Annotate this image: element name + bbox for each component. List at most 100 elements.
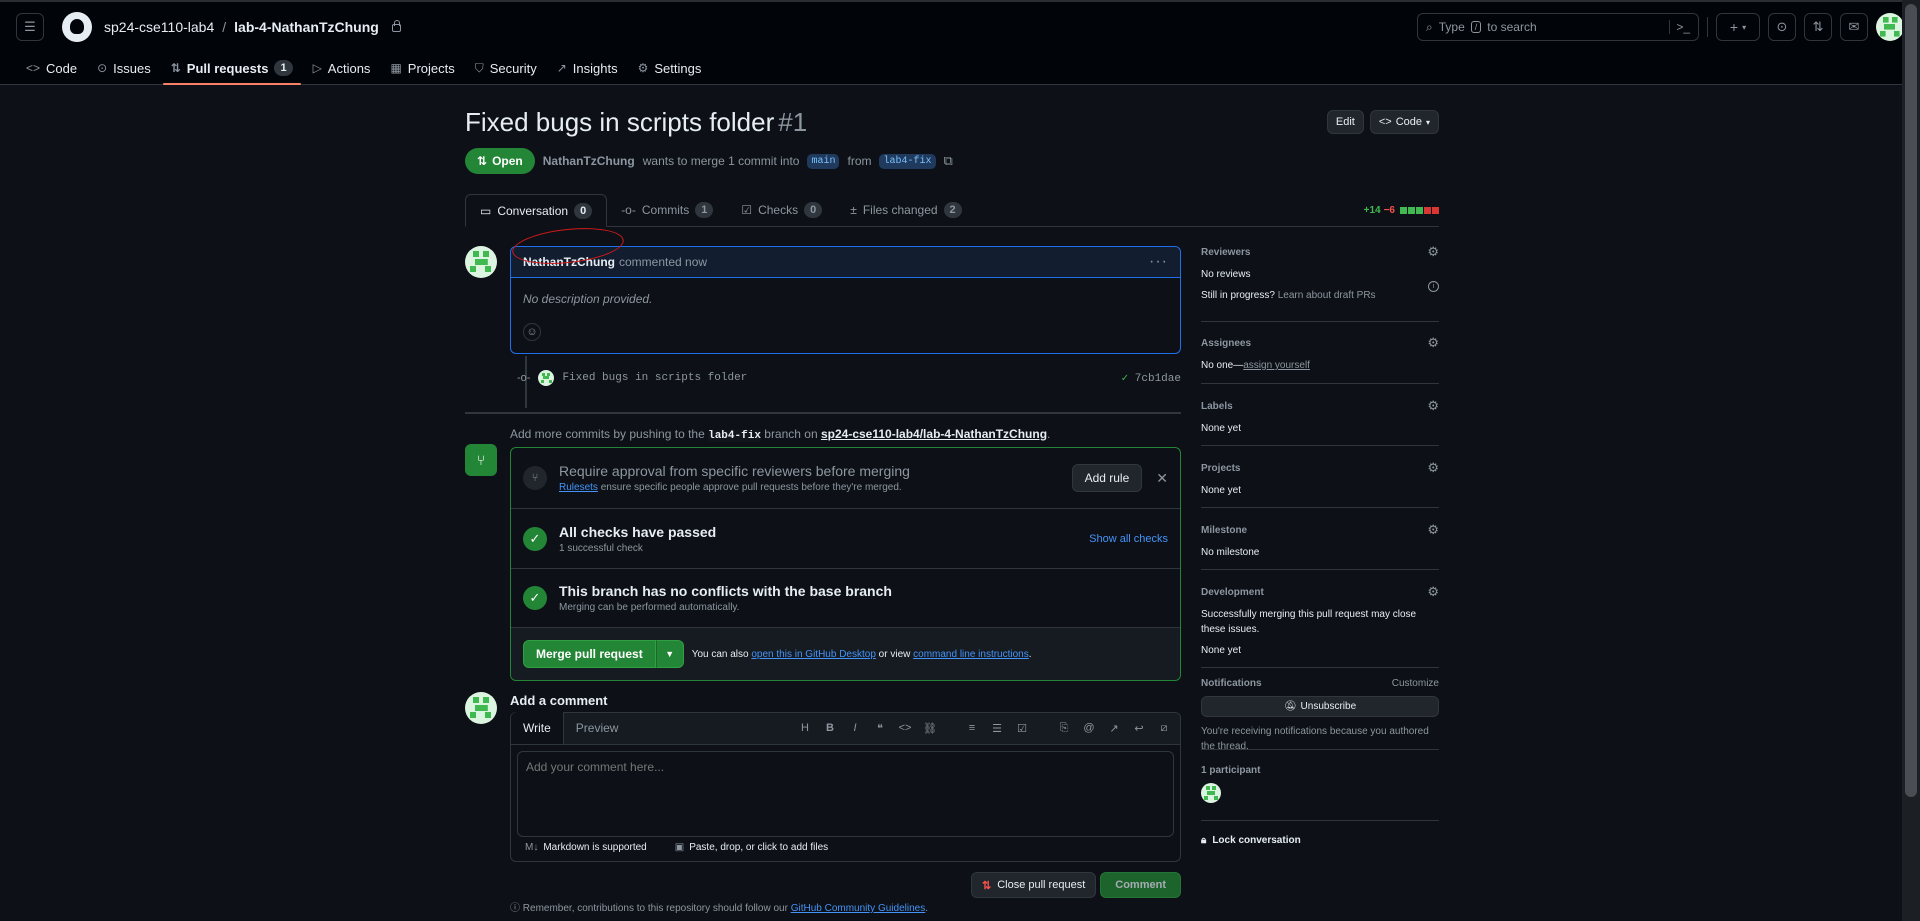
merge-options-dropdown[interactable]: ▼ <box>655 640 684 668</box>
unsubscribe-button[interactable]: 🔕︎ Unsubscribe <box>1201 696 1439 717</box>
commit-author-avatar[interactable] <box>538 370 555 386</box>
merge-pull-request-button[interactable]: Merge pull request <box>523 640 656 668</box>
tab-checks[interactable]: ☑ Checks 0 <box>727 193 836 226</box>
breadcrumb-repo[interactable]: lab-4-NathanTzChung <box>234 19 379 35</box>
nav-settings[interactable]: ⚙ Settings <box>628 52 712 84</box>
tab-preview[interactable]: Preview <box>564 712 631 744</box>
task-list-icon[interactable]: ☑ <box>1015 722 1029 735</box>
commit-sha[interactable]: ✓ 7cb1dae <box>1122 371 1181 385</box>
create-new-button[interactable]: + ▾ <box>1716 13 1760 41</box>
repo-nav: <> Code ⊙ Issues ⇅ Pull requests 1 ▷ Actions … <box>0 52 1920 85</box>
pr-number: #1 <box>778 107 808 137</box>
numbered-list-icon[interactable]: ≡ <box>965 722 979 734</box>
nav-issues[interactable]: ⊙ Issues <box>87 52 161 84</box>
show-all-checks-link[interactable]: Show all checks <box>1089 533 1168 545</box>
timeline-commit: -o- Fixed bugs in scripts folder ✓ 7cb1d… <box>517 368 1181 388</box>
pr-author-link[interactable]: NathanTzChung <box>543 154 635 168</box>
edit-button[interactable]: Edit <box>1326 110 1364 134</box>
nav-insights[interactable]: ↗ Insights <box>547 52 628 84</box>
milestone-label: Milestone <box>1201 524 1248 536</box>
diffstat-block <box>1416 207 1423 214</box>
bold-icon[interactable]: B <box>823 722 837 734</box>
command-palette-icon[interactable]: >_ <box>1669 20 1690 34</box>
customize-link[interactable]: Customize <box>1392 678 1439 689</box>
push-note: Add more commits by pushing to the lab4-… <box>510 427 1050 442</box>
nav-pull-requests[interactable]: ⇅ Pull requests 1 <box>161 52 303 85</box>
tab-write[interactable]: Write <box>511 712 564 744</box>
add-rule-button[interactable]: Add rule <box>1071 464 1143 492</box>
tab-conversation[interactable]: ▭ Conversation 0 <box>465 194 608 227</box>
issues-icon[interactable]: ⊙ <box>1768 13 1796 41</box>
nav-actions[interactable]: ▷ Actions <box>303 52 381 84</box>
head-branch-tag[interactable]: lab4-fix <box>879 153 936 169</box>
attach-icon[interactable]: ⎘ <box>1057 722 1071 735</box>
command-line-link[interactable]: command line instructions <box>913 649 1029 660</box>
breadcrumb-separator: / <box>222 19 227 35</box>
search-input[interactable]: ⌕ Type / to search >_ <box>1417 13 1699 41</box>
scrollbar-thumb[interactable] <box>1905 4 1917 797</box>
code-button[interactable]: <> Code ▾ <box>1369 110 1439 134</box>
code-icon[interactable]: <> <box>898 722 912 734</box>
community-guidelines-link[interactable]: GitHub Community Guidelines <box>791 903 926 914</box>
github-desktop-link[interactable]: open this in GitHub Desktop <box>751 649 876 660</box>
quote-icon[interactable]: ❝ <box>873 722 887 735</box>
rulesets-link[interactable]: Rulesets <box>559 482 598 493</box>
comment-timestamp[interactable]: commented now <box>619 255 707 269</box>
nav-label: Pull requests <box>186 60 269 76</box>
gear-icon[interactable]: ⚙ <box>1427 398 1439 414</box>
nav-code[interactable]: <> Code <box>16 52 87 84</box>
kebab-menu-icon[interactable]: ··· <box>1149 253 1168 271</box>
bulleted-list-icon[interactable]: ☰ <box>990 722 1004 735</box>
comment-author-avatar[interactable] <box>465 246 497 278</box>
slash-commands-icon[interactable]: ⧄ <box>1157 722 1171 735</box>
tab-files-changed[interactable]: ± Files changed 2 <box>836 193 975 226</box>
mention-icon[interactable]: @ <box>1082 722 1096 734</box>
pr-sidebar: Reviewers ⚙ No reviews Still in progress?… <box>1201 244 1439 846</box>
close-pull-request-button[interactable]: ⇅ Close pull request <box>970 872 1097 898</box>
copy-icon[interactable]: ⧉ <box>944 153 953 169</box>
lock-conversation[interactable]: 🔒︎ Lock conversation <box>1201 835 1439 846</box>
reply-icon[interactable]: ↩ <box>1132 722 1146 735</box>
assign-yourself-link[interactable]: assign yourself <box>1243 360 1310 371</box>
comment-author[interactable]: NathanTzChung <box>523 255 615 269</box>
pr-count-badge: 1 <box>274 60 293 76</box>
heading-icon[interactable]: H <box>798 722 812 734</box>
attach-files-note[interactable]: ▣ Paste, drop, or click to add files <box>675 842 828 853</box>
push-note-repo-link[interactable]: sp24-cse110-lab4/lab-4-NathanTzChung <box>821 427 1047 441</box>
diffstat-block <box>1424 207 1431 214</box>
link-icon[interactable]: ⛓ <box>923 722 937 735</box>
breadcrumb-owner[interactable]: sp24-cse110-lab4 <box>104 19 214 35</box>
smiley-reaction-icon[interactable]: ☺ <box>523 323 541 341</box>
draft-prs-link[interactable]: Learn about draft PRs <box>1278 290 1376 301</box>
menu-icon[interactable]: ☰ <box>16 13 44 41</box>
comment-editor: Write Preview H B I ❝ <> ⛓ ≡ ☰ ☑ ⎘ @ ↗ ↩… <box>510 712 1181 862</box>
participant-avatar[interactable] <box>1201 783 1221 803</box>
markdown-note[interactable]: M↓ Markdown is supported <box>525 842 647 853</box>
inbox-icon[interactable]: ✉ <box>1840 13 1868 41</box>
italic-icon[interactable]: I <box>848 722 862 734</box>
github-logo-icon[interactable] <box>62 12 92 42</box>
gear-icon[interactable]: ⚙ <box>1427 460 1439 476</box>
gear-icon[interactable]: ⚙ <box>1427 584 1439 600</box>
info-icon[interactable]: i <box>1428 281 1439 292</box>
comment-button[interactable]: Comment <box>1100 872 1181 898</box>
nav-projects[interactable]: ▦ Projects <box>380 52 464 84</box>
nav-security[interactable]: ⛉ Security <box>465 52 547 84</box>
pr-title-text: Fixed bugs in scripts folder <box>465 107 775 137</box>
tab-commits[interactable]: -o- Commits 1 <box>607 193 727 226</box>
base-branch-tag[interactable]: main <box>807 153 840 169</box>
gear-icon[interactable]: ⚙ <box>1427 335 1439 351</box>
cross-reference-icon[interactable]: ↗ <box>1107 722 1121 735</box>
plus-icon: + <box>1729 19 1739 35</box>
commit-message[interactable]: Fixed bugs in scripts folder <box>562 372 747 384</box>
commenter-avatar[interactable] <box>465 692 497 724</box>
pull-requests-icon[interactable]: ⇅ <box>1804 13 1832 41</box>
diffstat-block <box>1432 207 1439 214</box>
user-avatar[interactable] <box>1876 13 1904 41</box>
pull-request-icon: ⇅ <box>170 61 181 75</box>
gear-icon[interactable]: ⚙ <box>1427 522 1439 538</box>
close-icon[interactable]: ✕ <box>1156 470 1168 487</box>
comment-textarea[interactable] <box>517 751 1174 837</box>
page-scrollbar[interactable] <box>1902 0 1920 921</box>
gear-icon[interactable]: ⚙ <box>1427 244 1439 260</box>
